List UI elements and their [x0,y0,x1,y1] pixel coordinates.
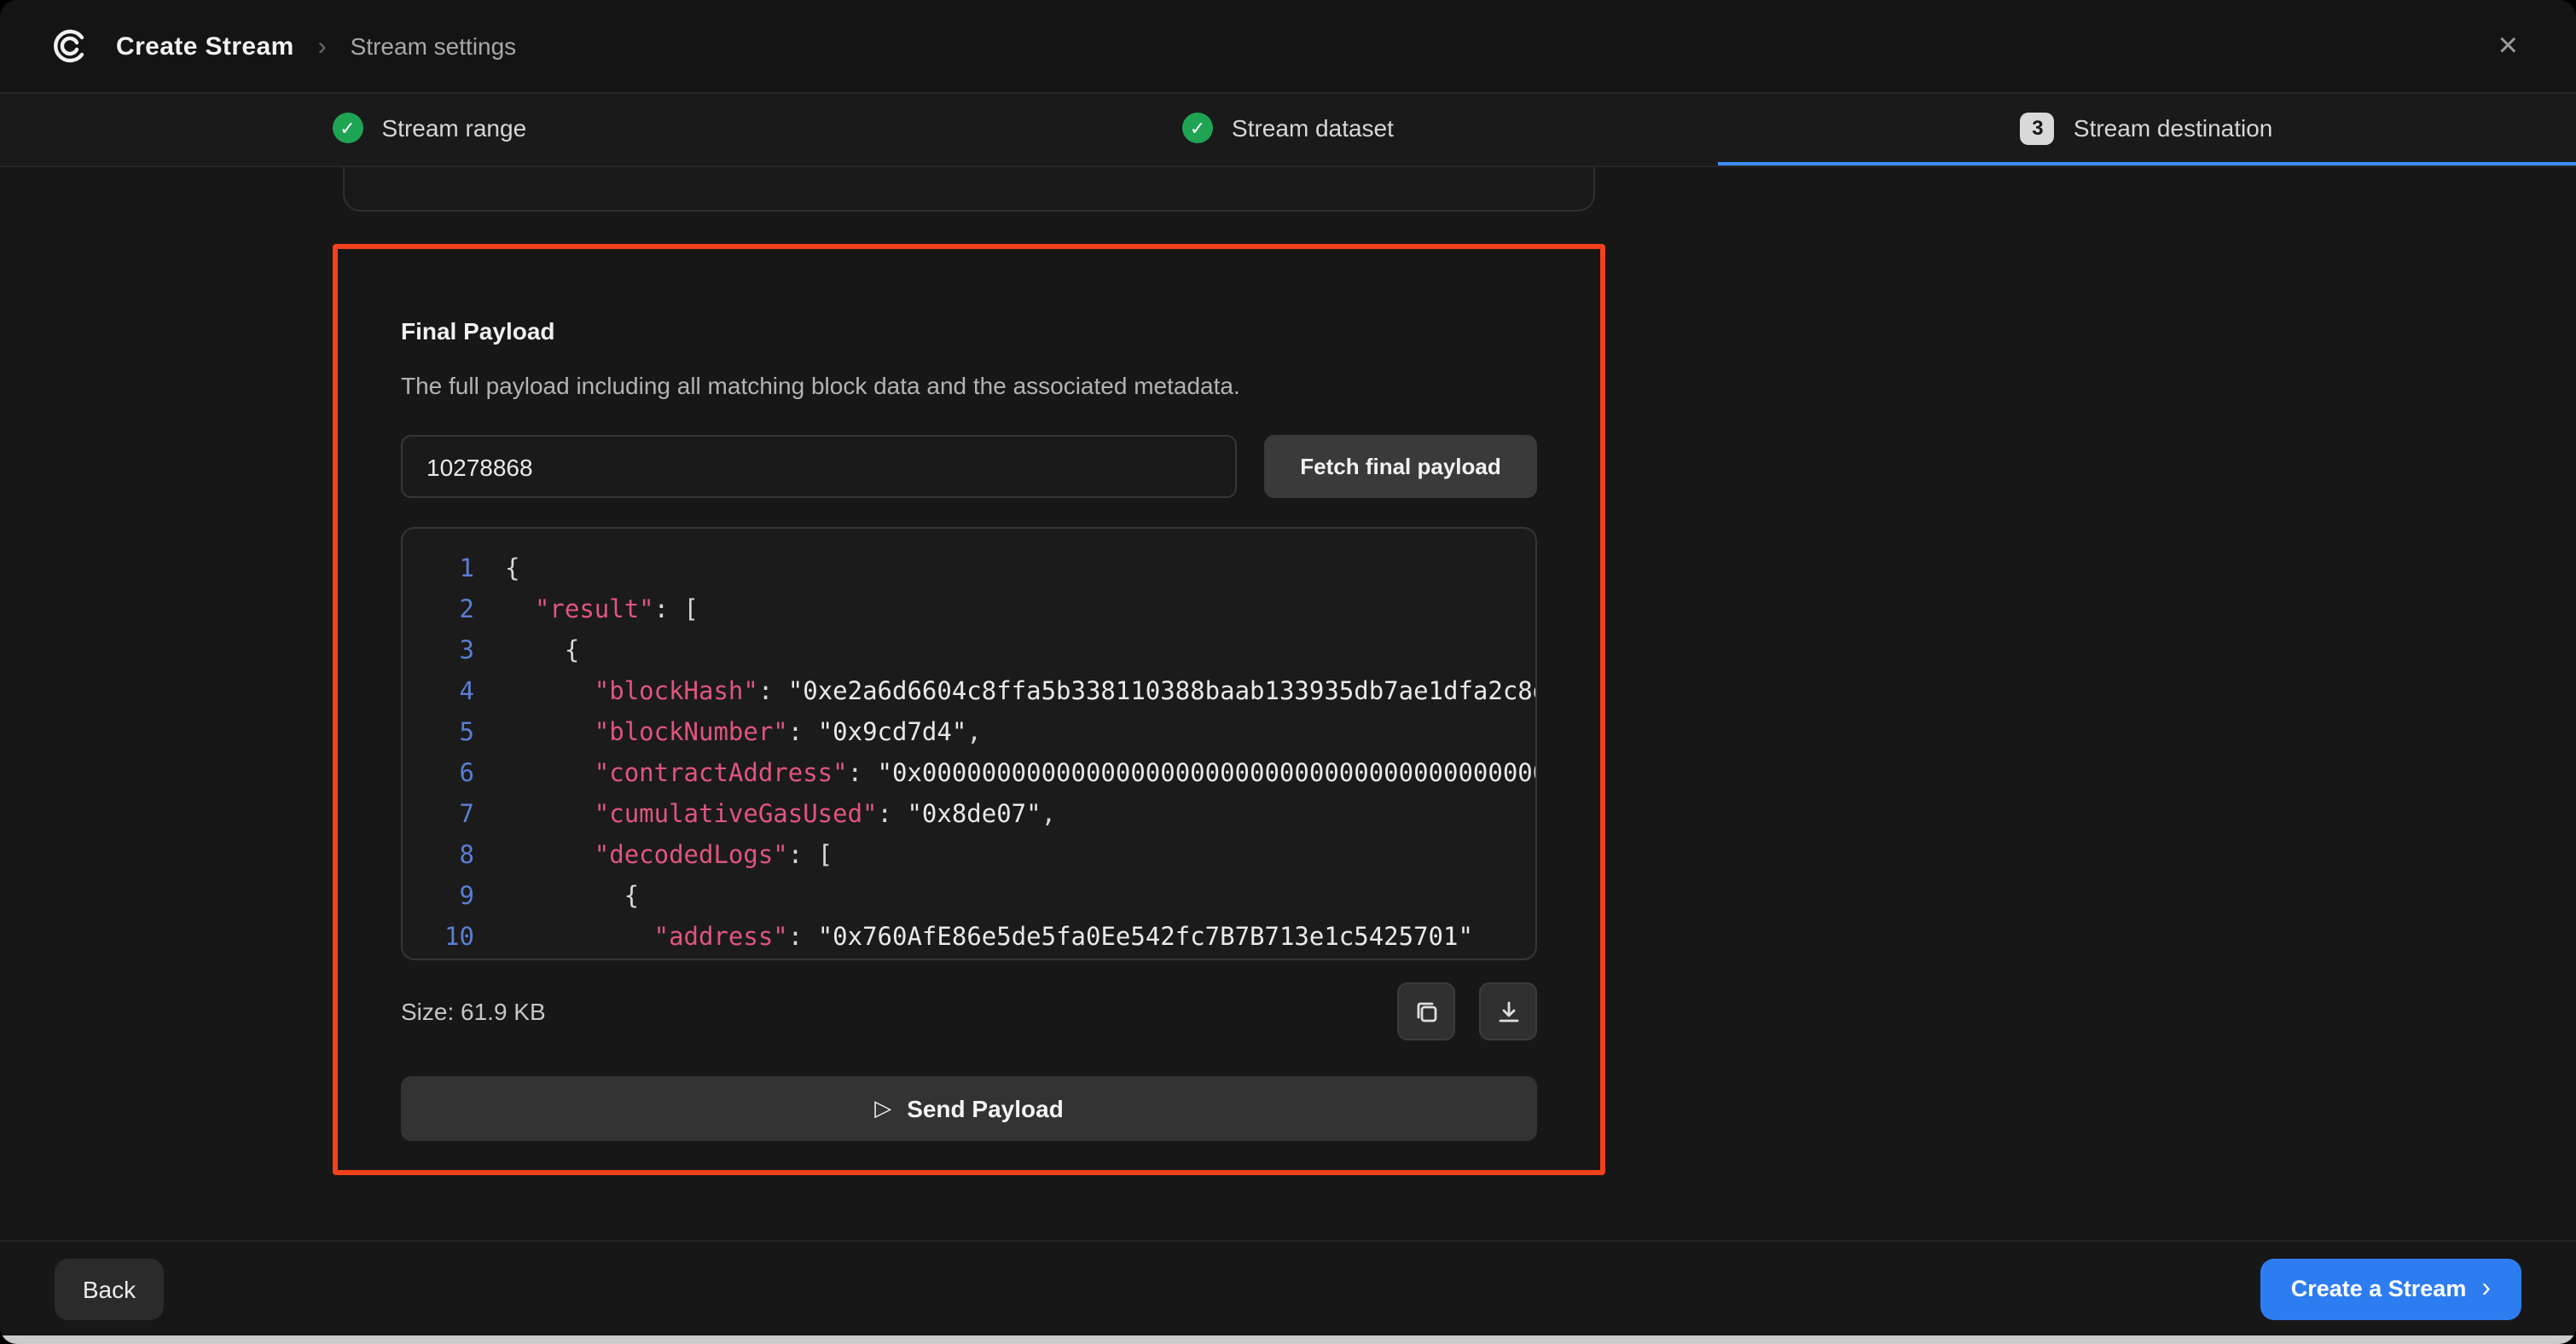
step-number-badge: 3 [2021,112,2055,144]
final-payload-description: The full payload including all matching … [401,372,1537,399]
play-icon: ▷ [874,1095,891,1122]
payload-size-row: Size: 61.9 KB [401,982,1537,1040]
breadcrumb: Stream settings [351,32,517,60]
step-label: Stream destination [2074,114,2272,142]
back-button[interactable]: Back [55,1258,164,1319]
step-stream-destination[interactable]: 3 Stream destination [1717,94,2576,165]
footer-bar: Back Create a Stream › [0,1240,2576,1335]
block-input-row: Fetch final payload [401,435,1537,498]
create-stream-button[interactable]: Create a Stream › [2260,1258,2521,1319]
final-payload-title: Final Payload [401,317,1537,345]
block-number-input[interactable] [401,435,1237,498]
step-label: Stream range [382,114,527,142]
payload-size-label: Size: 61.9 KB [401,998,546,1025]
fetch-final-payload-button[interactable]: Fetch final payload [1264,435,1537,498]
check-icon: ✓ [333,113,363,143]
code-line: 1{ [426,549,1535,590]
payload-action-buttons [1397,982,1537,1040]
code-line: 2 "result": [ [426,590,1535,631]
code-line: 8 "decodedLogs": [ [426,836,1535,877]
send-payload-label: Send Payload [907,1095,1064,1122]
step-stream-range[interactable]: ✓ Stream range [0,94,859,165]
copy-payload-button[interactable] [1397,982,1455,1040]
window-bottom-edge [0,1335,2576,1344]
copy-icon [1413,999,1439,1024]
main-content: Final Payload The full payload including… [0,167,2576,1240]
send-payload-button[interactable]: ▷ Send Payload [401,1076,1537,1141]
check-icon: ✓ [1182,113,1213,143]
previous-card-partial [343,167,1595,211]
create-stream-window: Create Stream › Stream settings × ✓ Stre… [0,0,2576,1344]
code-line: 7 "cumulativeGasUsed": "0x8de07", [426,795,1535,836]
download-icon [1495,999,1521,1024]
code-line: 5 "blockNumber": "0x9cd7d4", [426,713,1535,754]
code-line: 9 { [426,877,1535,918]
page-title: Create Stream [116,32,294,61]
final-payload-highlight-box: Final Payload The full payload including… [333,244,1605,1175]
titlebar: Create Stream › Stream settings × [0,0,2576,94]
breadcrumb-separator-icon: › [318,32,327,61]
code-line: 4 "blockHash": "0xe2a6d6604c8ffa5b338110… [426,672,1535,713]
code-line: 6 "contractAddress": "0x0000000000000000… [426,754,1535,795]
stepper: ✓ Stream range ✓ Stream dataset 3 Stream… [0,94,2576,167]
code-line: 3 { [426,631,1535,672]
chevron-right-icon: › [2481,1275,2491,1302]
download-payload-button[interactable] [1479,982,1537,1040]
app-logo-icon [48,24,92,68]
create-stream-label: Create a Stream [2291,1276,2467,1301]
payload-code-viewer[interactable]: 1{2 "result": [3 {4 "blockHash": "0xe2a6… [401,527,1537,960]
close-icon[interactable]: × [2488,22,2528,70]
step-label: Stream dataset [1232,114,1394,142]
code-line: 10 "address": "0x760AfE86e5de5fa0Ee542fc… [426,918,1535,959]
step-stream-dataset[interactable]: ✓ Stream dataset [859,94,1718,165]
code-lines: 1{2 "result": [3 {4 "blockHash": "0xe2a6… [426,549,1535,959]
scale-wrapper: Create Stream › Stream settings × ✓ Stre… [0,0,2576,1344]
